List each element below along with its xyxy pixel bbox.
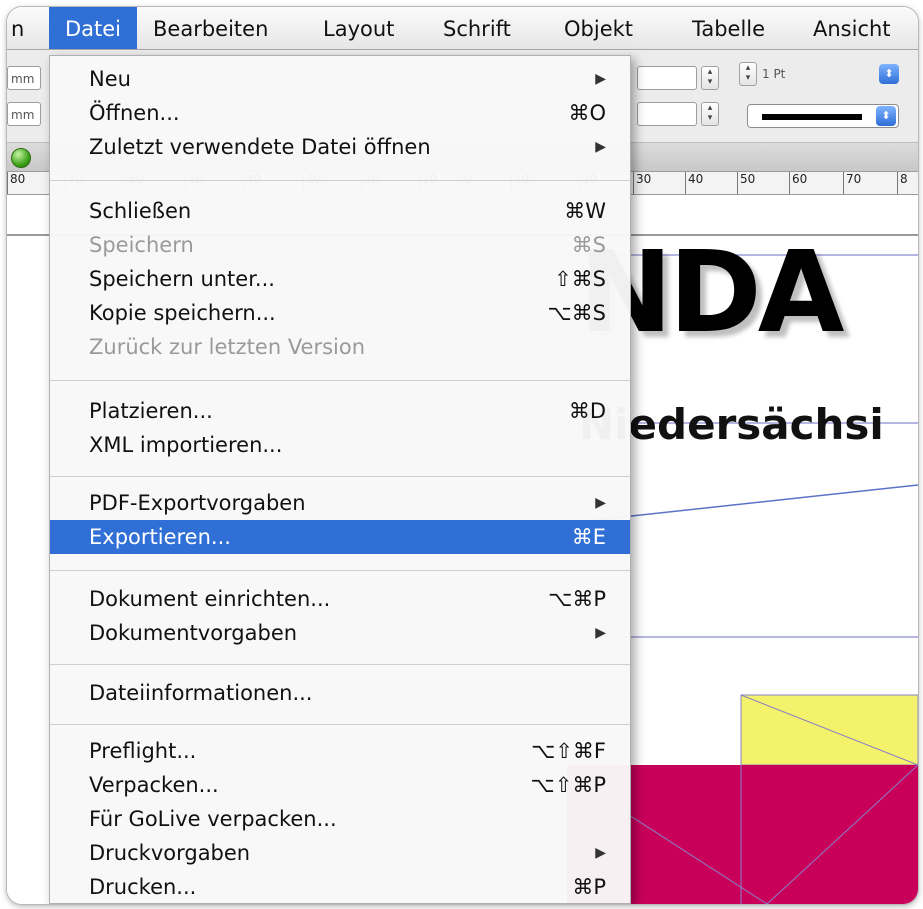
stroke-type-popup-icon[interactable]: ⬍ <box>876 106 896 126</box>
menu-item-label: Dateiinformationen... <box>89 681 313 705</box>
menu-item-preflight[interactable]: Preflight... ⌥⇧⌘F <box>50 734 630 768</box>
menu-item-zuletzt-verwendet[interactable]: Zuletzt verwendete Datei öffnen ▶ <box>50 130 630 164</box>
menu-item-label: Speichern unter... <box>89 267 275 291</box>
ruler-tick: 40 <box>685 172 703 194</box>
menu-item-shortcut: ⇧⌘S <box>554 267 606 291</box>
menu-item-speichern: Speichern ⌘S <box>50 228 630 262</box>
menu-item-shortcut: ⌥⇧⌘P <box>530 773 606 797</box>
menu-item-label: Druckvorgaben <box>89 841 251 865</box>
menu-separator <box>50 180 630 181</box>
menu-item-pdf-exportvorgaben[interactable]: PDF-Exportvorgaben ▶ <box>50 486 630 520</box>
unit-field-top[interactable]: mm <box>7 66 41 90</box>
menu-item-dateiinformationen[interactable]: Dateiinformationen... <box>50 676 630 710</box>
menu-item-label: Zurück zur letzten Version <box>89 335 366 359</box>
menu-item-label: Verpacken... <box>89 773 219 797</box>
menu-item-shortcut: ⌥⌘S <box>547 301 606 325</box>
menu-item-exportieren[interactable]: Exportieren... ⌘E <box>50 520 630 554</box>
menubar-item-datei[interactable]: Datei <box>49 7 137 49</box>
menubar-item-layout[interactable]: Layout <box>323 7 394 49</box>
menubar-item-ansicht[interactable]: Ansicht <box>813 7 891 49</box>
submenu-arrow-icon: ▶ <box>595 845 606 861</box>
menu-item-druckvorgaben[interactable]: Druckvorgaben ▶ <box>50 836 630 870</box>
menu-item-label: Schließen <box>89 199 192 223</box>
menu-item-shortcut: ⌘S <box>571 233 606 257</box>
menu-separator <box>50 664 630 665</box>
menu-item-xml-importieren[interactable]: XML importieren... <box>50 428 630 462</box>
menu-item-label: Platzieren... <box>89 399 213 423</box>
menu-item-kopie-speichern[interactable]: Kopie speichern... ⌥⌘S <box>50 296 630 330</box>
submenu-arrow-icon: ▶ <box>595 625 606 641</box>
menubar-item-objekt[interactable]: Objekt <box>564 7 633 49</box>
menu-item-label: Drucken... <box>89 875 197 899</box>
menu-item-shortcut: ⌘E <box>571 525 606 549</box>
value-field-top[interactable] <box>637 66 697 90</box>
ruler-tick: 60 <box>789 172 807 194</box>
stroke-line-preview <box>762 114 862 120</box>
menu-item-schliessen[interactable]: Schließen ⌘W <box>50 194 630 228</box>
stroke-type-popup[interactable]: ⬍ <box>747 104 899 128</box>
menu-item-shortcut: ⌥⌘P <box>548 587 606 611</box>
menu-item-label: Dokument einrichten... <box>89 587 331 611</box>
menu-item-label: Preflight... <box>89 739 197 763</box>
menu-item-shortcut: ⌥⇧⌘F <box>531 739 606 763</box>
menu-item-shortcut: ⌘D <box>568 399 606 423</box>
unit-field-bottom[interactable]: mm <box>7 102 41 126</box>
ruler-tick: 30 <box>633 172 651 194</box>
submenu-arrow-icon: ▶ <box>595 71 606 87</box>
menu-item-label: Öffnen... <box>89 101 180 125</box>
zoom-window-icon[interactable] <box>11 148 31 168</box>
menu-item-label: Dokumentvorgaben <box>89 621 298 645</box>
menu-separator <box>50 476 630 477</box>
menubar-item-bearbeiten[interactable]: Bearbeiten <box>153 7 268 49</box>
menubar-item-schrift[interactable]: Schrift <box>443 7 511 49</box>
datei-dropdown-menu: Neu ▶ Öffnen... ⌘O Zuletzt verwendete Da… <box>49 55 631 904</box>
menu-item-label: Speichern <box>89 233 194 257</box>
menu-item-platzieren[interactable]: Platzieren... ⌘D <box>50 394 630 428</box>
menu-item-dokument-einrichten[interactable]: Dokument einrichten... ⌥⌘P <box>50 582 630 616</box>
menu-item-label: Neu <box>89 67 131 91</box>
ruler-tick: 8 <box>897 172 908 194</box>
menu-item-golive-verpacken[interactable]: Für GoLive verpacken... <box>50 802 630 836</box>
stroke-weight-popup-icon[interactable]: ⬍ <box>879 64 899 84</box>
stepper-bottom-icon[interactable]: ▴ ▾ <box>701 102 719 126</box>
menubar-item-app[interactable]: n <box>7 7 39 49</box>
ruler-tick: 70 <box>843 172 861 194</box>
menu-separator <box>50 380 630 381</box>
menubar-item-tabelle[interactable]: Tabelle <box>692 7 765 49</box>
menu-item-zurueck-letzte-version: Zurück zur letzten Version <box>50 330 630 364</box>
ruler-tick: 80 <box>7 172 25 194</box>
menu-item-verpacken[interactable]: Verpacken... ⌥⇧⌘P <box>50 768 630 802</box>
menu-item-neu[interactable]: Neu ▶ <box>50 62 630 96</box>
value-field-bottom[interactable] <box>637 102 697 126</box>
menu-item-dokumentvorgaben[interactable]: Dokumentvorgaben ▶ <box>50 616 630 650</box>
menu-item-shortcut: ⌘O <box>568 101 606 125</box>
menu-item-label: Zuletzt verwendete Datei öffnen <box>89 135 431 159</box>
stroke-weight-stepper-icon[interactable]: ▴ ▾ <box>739 62 757 86</box>
submenu-arrow-icon: ▶ <box>595 495 606 511</box>
stroke-weight-value[interactable]: 1 Pt <box>759 62 849 86</box>
menu-item-oeffnen[interactable]: Öffnen... ⌘O <box>50 96 630 130</box>
menu-bar: n Datei Bearbeiten Layout Schrift Objekt… <box>7 7 918 50</box>
menu-item-label: PDF-Exportvorgaben <box>89 491 306 515</box>
stepper-top-icon[interactable]: ▴ ▾ <box>701 66 719 90</box>
menu-item-drucken[interactable]: Drucken... ⌘P <box>50 870 630 904</box>
menu-item-label: XML importieren... <box>89 433 283 457</box>
ruler-tick: 50 <box>737 172 755 194</box>
submenu-arrow-icon: ▶ <box>595 139 606 155</box>
menu-item-shortcut: ⌘P <box>572 875 606 899</box>
menu-item-speichern-unter[interactable]: Speichern unter... ⇧⌘S <box>50 262 630 296</box>
menu-item-shortcut: ⌘W <box>564 199 606 223</box>
menu-separator <box>50 570 630 571</box>
menu-item-label: Für GoLive verpacken... <box>89 807 337 831</box>
screenshot-frame: n Datei Bearbeiten Layout Schrift Objekt… <box>6 6 919 905</box>
menu-item-label: Kopie speichern... <box>89 301 276 325</box>
menu-item-label: Exportieren... <box>89 525 231 549</box>
menu-separator <box>50 724 630 725</box>
